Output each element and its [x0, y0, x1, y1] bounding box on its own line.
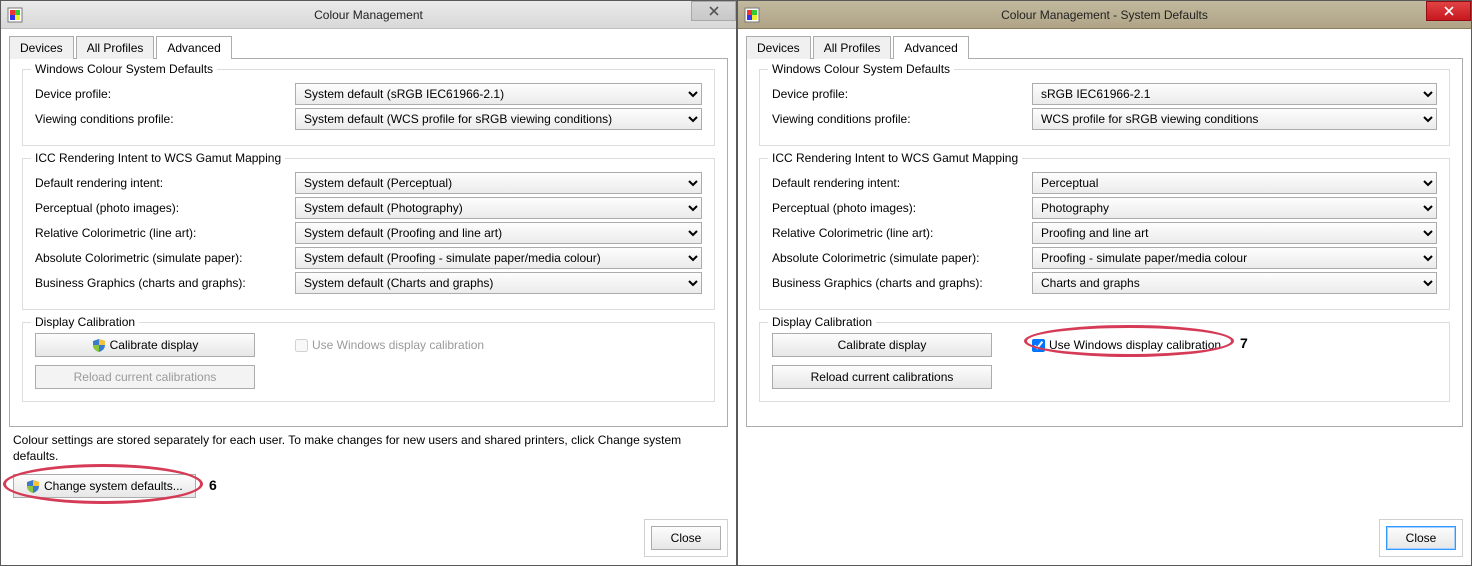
- group-label: Windows Colour System Defaults: [31, 62, 217, 76]
- label-default-intent: Default rendering intent:: [772, 176, 1032, 190]
- label-rel-color: Relative Colorimetric (line art):: [35, 226, 295, 240]
- select-abs-color[interactable]: System default (Proofing - simulate pape…: [295, 247, 702, 269]
- colour-management-window: Colour Management Devices All Profiles A…: [0, 0, 737, 566]
- label-device-profile: Device profile:: [772, 87, 1032, 101]
- label-biz-gfx: Business Graphics (charts and graphs):: [35, 276, 295, 290]
- group-wcs-defaults: Windows Colour System Defaults Device pr…: [22, 69, 715, 146]
- tab-panel-advanced: Windows Colour System Defaults Device pr…: [9, 59, 728, 427]
- annotation-label: 7: [1240, 335, 1248, 351]
- group-label: ICC Rendering Intent to WCS Gamut Mappin…: [31, 151, 285, 165]
- button-label: Calibrate display: [110, 338, 199, 352]
- checkbox-label: Use Windows display calibration: [1049, 338, 1221, 352]
- group-label: Windows Colour System Defaults: [768, 62, 954, 76]
- calibrate-display-button[interactable]: Calibrate display: [772, 333, 992, 357]
- group-label: ICC Rendering Intent to WCS Gamut Mappin…: [768, 151, 1022, 165]
- group-label: Display Calibration: [768, 315, 876, 329]
- use-windows-calibration-checkbox[interactable]: Use Windows display calibration: [1032, 338, 1221, 352]
- app-icon: [744, 7, 760, 23]
- label-default-intent: Default rendering intent:: [35, 176, 295, 190]
- select-device-profile[interactable]: System default (sRGB IEC61966-2.1): [295, 83, 702, 105]
- label-rel-color: Relative Colorimetric (line art):: [772, 226, 1032, 240]
- label-abs-color: Absolute Colorimetric (simulate paper):: [772, 251, 1032, 265]
- close-button[interactable]: Close: [651, 526, 721, 550]
- uac-shield-icon: [92, 338, 106, 352]
- select-perceptual[interactable]: Photography: [1032, 197, 1437, 219]
- button-label: Calibrate display: [838, 338, 927, 352]
- titlebar[interactable]: Colour Management - System Defaults: [738, 1, 1471, 29]
- select-rel-color[interactable]: Proofing and line art: [1032, 222, 1437, 244]
- tab-devices[interactable]: Devices: [746, 36, 811, 59]
- tab-panel-advanced: Windows Colour System Defaults Device pr…: [746, 59, 1463, 427]
- uac-shield-icon: [26, 479, 40, 493]
- label-biz-gfx: Business Graphics (charts and graphs):: [772, 276, 1032, 290]
- settings-note: Colour settings are stored separately fo…: [13, 433, 724, 464]
- change-system-defaults-button[interactable]: Change system defaults...: [13, 474, 196, 498]
- reload-calibrations-button[interactable]: Reload current calibrations: [772, 365, 992, 389]
- select-viewing-conditions[interactable]: WCS profile for sRGB viewing conditions: [1032, 108, 1437, 130]
- window-title: Colour Management - System Defaults: [738, 8, 1471, 22]
- use-windows-calibration-checkbox: Use Windows display calibration: [295, 338, 484, 352]
- reload-calibrations-button: Reload current calibrations: [35, 365, 255, 389]
- select-biz-gfx[interactable]: Charts and graphs: [1032, 272, 1437, 294]
- select-default-intent[interactable]: Perceptual: [1032, 172, 1437, 194]
- label-viewing-conditions: Viewing conditions profile:: [772, 112, 1032, 126]
- colour-management-system-defaults-window: Colour Management - System Defaults Devi…: [737, 0, 1472, 566]
- select-biz-gfx[interactable]: System default (Charts and graphs): [295, 272, 702, 294]
- titlebar[interactable]: Colour Management: [1, 1, 736, 29]
- group-display-calibration: Display Calibration Calibrate display Us…: [22, 322, 715, 402]
- button-label: Reload current calibrations: [74, 370, 217, 384]
- app-icon: [7, 7, 23, 23]
- label-perceptual: Perceptual (photo images):: [35, 201, 295, 215]
- tab-all-profiles[interactable]: All Profiles: [813, 36, 892, 59]
- window-title: Colour Management: [1, 8, 736, 22]
- label-abs-color: Absolute Colorimetric (simulate paper):: [35, 251, 295, 265]
- select-rel-color[interactable]: System default (Proofing and line art): [295, 222, 702, 244]
- tab-bar: Devices All Profiles Advanced: [746, 35, 1463, 59]
- group-label: Display Calibration: [31, 315, 139, 329]
- label-device-profile: Device profile:: [35, 87, 295, 101]
- window-close-button[interactable]: [691, 1, 736, 21]
- checkbox-label: Use Windows display calibration: [312, 338, 484, 352]
- group-wcs-defaults: Windows Colour System Defaults Device pr…: [759, 69, 1450, 146]
- group-display-calibration: Display Calibration Calibrate display Us…: [759, 322, 1450, 402]
- button-label: Reload current calibrations: [811, 370, 954, 384]
- button-label: Change system defaults...: [44, 479, 183, 493]
- calibrate-display-button[interactable]: Calibrate display: [35, 333, 255, 357]
- label-perceptual: Perceptual (photo images):: [772, 201, 1032, 215]
- group-icc-mapping: ICC Rendering Intent to WCS Gamut Mappin…: [22, 158, 715, 310]
- annotation-label: 6: [209, 477, 217, 493]
- tab-advanced[interactable]: Advanced: [156, 36, 231, 59]
- tab-all-profiles[interactable]: All Profiles: [76, 36, 155, 59]
- window-close-button[interactable]: [1426, 1, 1471, 21]
- select-perceptual[interactable]: System default (Photography): [295, 197, 702, 219]
- select-default-intent[interactable]: System default (Perceptual): [295, 172, 702, 194]
- close-button[interactable]: Close: [1386, 526, 1456, 550]
- tab-devices[interactable]: Devices: [9, 36, 74, 59]
- tab-advanced[interactable]: Advanced: [893, 36, 968, 59]
- group-icc-mapping: ICC Rendering Intent to WCS Gamut Mappin…: [759, 158, 1450, 310]
- select-abs-color[interactable]: Proofing - simulate paper/media colour: [1032, 247, 1437, 269]
- label-viewing-conditions: Viewing conditions profile:: [35, 112, 295, 126]
- tab-bar: Devices All Profiles Advanced: [9, 35, 728, 59]
- select-viewing-conditions[interactable]: System default (WCS profile for sRGB vie…: [295, 108, 702, 130]
- select-device-profile[interactable]: sRGB IEC61966-2.1: [1032, 83, 1437, 105]
